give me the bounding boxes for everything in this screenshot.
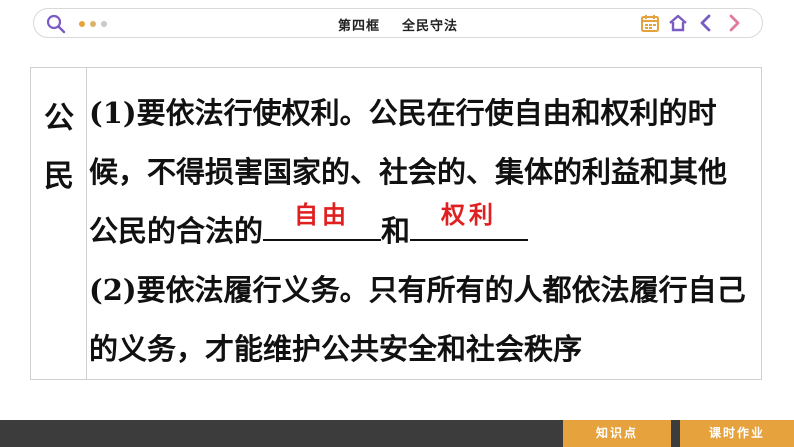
content-line-4: (2)要依法履行义务。只有所有的人都依法履行自己 [89,273,746,307]
answer-blank-2: 权利 [410,201,529,241]
side-label: 公 民 [41,90,77,206]
content-line-1: (1)要依法行使权利。公民在行使自由和权利的时 [89,96,717,130]
answer-blank-1: 自由 [263,201,382,241]
top-bar: 第四框 全民守法 [33,8,763,38]
content-line-3: 公民的合法的 自由 和 权利 [89,201,759,261]
content-cell: (1)要依法行使权利。公民在行使自由和权利的时 候，不得损害国家的、社会的、集体… [89,84,759,379]
tab-homework[interactable]: 课时作业 [680,420,794,447]
nav-icons [640,13,744,33]
side-label-char-1: 公 [44,101,74,136]
line-3-mid: 和 [381,214,411,248]
line-3-prefix: 公民的合法的 [89,214,264,248]
home-icon[interactable] [668,13,688,33]
answer-1: 自由 [294,201,351,229]
calendar-icon[interactable] [640,13,660,33]
back-arrow-icon[interactable] [696,13,716,33]
side-label-char-2: 民 [44,159,74,194]
content-line-5: 的义务，才能维护公共安全和社会秩序 [89,332,583,366]
tab-knowledge-points[interactable]: 知识点 [563,420,671,447]
forward-arrow-icon[interactable] [724,13,744,33]
side-label-cell: 公 民 [31,68,87,379]
content-table: 公 民 (1)要依法行使权利。公民在行使自由和权利的时 候，不得损害国家的、社会… [30,67,762,380]
answer-2: 权利 [441,201,498,229]
bottom-bar: 知识点 课时作业 [0,420,794,447]
